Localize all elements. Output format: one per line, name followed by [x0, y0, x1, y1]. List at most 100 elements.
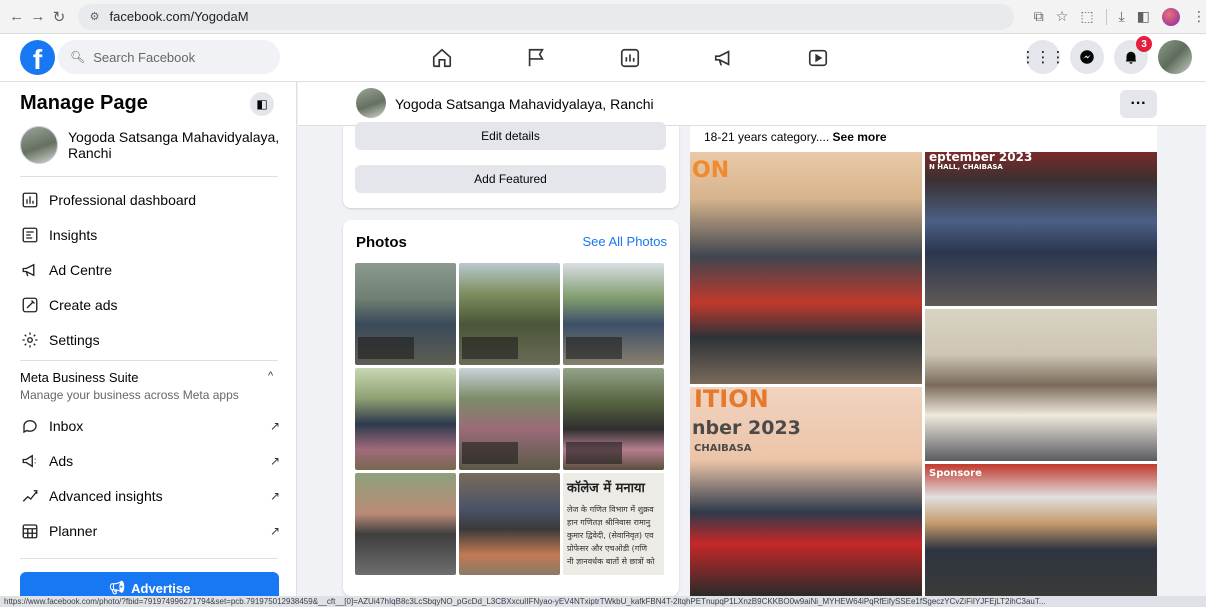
menu-grid-icon[interactable]: ⋮⋮⋮	[1021, 40, 1066, 74]
more-options-button[interactable]: ···	[1120, 90, 1157, 118]
gps-overlay	[358, 337, 414, 359]
sidebar-item-professional-dashboard[interactable]: Professional dashboard	[20, 190, 280, 210]
banner-text: ON	[692, 158, 730, 183]
toolbar-separator	[1105, 8, 1107, 25]
home-icon[interactable]	[395, 34, 489, 82]
sidebar-item-label: Ads	[49, 453, 74, 469]
page-header-avatar[interactable]	[356, 88, 386, 118]
sidebar-divider	[20, 176, 278, 177]
banner-text: nber 2023	[692, 417, 801, 439]
see-more-link[interactable]: See more	[833, 130, 887, 144]
post-caption: 18-21 years category....	[704, 130, 830, 144]
browser-toolbar: ← → ↻ ⚙ facebook.com/YogodaM ⧉ ☆ ⬚ ⤓ ◧ ⋮	[0, 0, 1206, 34]
pencil-icon	[20, 295, 40, 315]
photo-thumbnail[interactable]	[459, 368, 560, 470]
external-arrow-icon: ↗	[269, 454, 280, 468]
banner-text: ITION	[694, 387, 769, 413]
sidebar-item-label: Planner	[49, 523, 98, 539]
facebook-logo-icon[interactable]: f	[20, 40, 55, 75]
site-info-icon[interactable]: ⚙	[90, 10, 100, 23]
search-input[interactable]: 🔍︎ Search Facebook	[58, 40, 280, 74]
sidebar-item-ad-centre[interactable]: Ad Centre	[20, 260, 280, 280]
browser-menu-icon[interactable]: ⋮	[1192, 8, 1206, 25]
download-icon[interactable]: ⤓	[1119, 8, 1125, 25]
search-icon: 🔍︎	[70, 50, 86, 64]
sidebar-item-label: Advanced insights	[49, 488, 163, 504]
browser-profile-avatar[interactable]	[1161, 7, 1180, 26]
notification-badge: 3	[1136, 36, 1152, 52]
advertise-label: Advertise	[131, 580, 191, 596]
bookmark-star-icon[interactable]: ☆	[1056, 8, 1069, 25]
sidebar-title: Manage Page	[20, 92, 148, 114]
sidebar-item-label: Settings	[49, 332, 100, 348]
page-header-name[interactable]: Yogoda Satsanga Mahavidyalaya, Ranchi	[395, 96, 654, 112]
photo-thumbnail[interactable]	[459, 263, 560, 365]
sidepanel-icon[interactable]: ◧	[1137, 8, 1150, 25]
forward-icon[interactable]: →	[27, 6, 48, 28]
flag-icon[interactable]	[489, 34, 583, 82]
megaphone-small-icon: 📢︎	[108, 580, 126, 595]
sidebar-divider	[20, 360, 278, 361]
photo-thumbnail[interactable]	[563, 263, 664, 365]
dashboard-icon	[20, 190, 40, 210]
post-photo[interactable]: ITION nber 2023 CHAIBASA	[690, 387, 922, 596]
account-avatar[interactable]	[1158, 40, 1192, 74]
meta-business-suite-subtitle: Manage your business across Meta apps	[20, 388, 239, 402]
sidebar-item-insights[interactable]: Insights	[20, 225, 280, 245]
sidebar-item-planner[interactable]: Planner ↗	[20, 521, 280, 541]
newspaper-clipping-thumbnail[interactable]: कॉलेज में मनाया लेज के गणित विभाग में शु…	[563, 473, 664, 575]
intro-card: Edit details Add Featured	[343, 122, 679, 208]
external-arrow-icon: ↗	[269, 489, 280, 503]
post-photo[interactable]: Sponsore	[925, 464, 1157, 596]
insights-icon	[20, 225, 40, 245]
account-actions: ⋮⋮⋮ 3	[1021, 36, 1192, 74]
sidebar-item-advanced-insights[interactable]: Advanced insights ↗	[20, 486, 280, 506]
photo-thumbnail[interactable]	[355, 473, 456, 575]
post-card: 18-21 years category.... See more ON ept…	[690, 126, 1157, 596]
messenger-icon[interactable]	[1070, 40, 1104, 74]
see-all-photos-link[interactable]: See All Photos	[582, 234, 667, 249]
sidebar-item-label: Create ads	[49, 297, 118, 313]
reload-icon[interactable]: ↻	[48, 6, 69, 28]
post-photo-collage: ON eptember 2023 N HALL, CHAIBASA ITION …	[690, 152, 1157, 596]
external-arrow-icon: ↗	[269, 419, 280, 433]
sidebar-item-settings[interactable]: Settings	[20, 330, 280, 350]
photo-thumbnail[interactable]	[563, 368, 664, 470]
post-photo[interactable]: ON	[690, 152, 922, 384]
video-icon[interactable]	[771, 34, 865, 82]
sidebar-item-label: Insights	[49, 227, 98, 243]
sidebar-item-create-ads[interactable]: Create ads	[20, 295, 280, 315]
megaphone-nav-icon[interactable]	[677, 34, 771, 82]
gps-overlay	[462, 442, 518, 464]
photo-thumbnail[interactable]	[459, 473, 560, 575]
sidebar-item-label: Professional dashboard	[49, 192, 197, 208]
back-icon[interactable]: ←	[6, 6, 27, 28]
meta-business-suite-title[interactable]: Meta Business Suite	[20, 370, 139, 385]
gps-overlay	[566, 337, 622, 359]
add-featured-button[interactable]: Add Featured	[355, 165, 666, 193]
photo-grid: कॉलेज में मनाया लेज के गणित विभाग में शु…	[355, 263, 666, 575]
photos-title: Photos	[356, 234, 407, 251]
edit-details-button[interactable]: Edit details	[355, 122, 666, 150]
sidebar-item-inbox[interactable]: Inbox ↗	[20, 416, 280, 436]
photo-thumbnail[interactable]	[355, 263, 456, 365]
sidebar-item-ads[interactable]: Ads ↗	[20, 451, 280, 471]
chevron-up-icon[interactable]: ^	[268, 370, 273, 382]
extensions-icon[interactable]: ⬚	[1080, 8, 1093, 25]
external-arrow-icon: ↗	[269, 524, 280, 538]
address-bar[interactable]: ⚙ facebook.com/YogodaM	[77, 3, 1014, 30]
ads-icon	[20, 451, 40, 471]
sidebar-item-label: Ad Centre	[49, 262, 113, 278]
photo-thumbnail[interactable]	[355, 368, 456, 470]
post-photo[interactable]	[925, 309, 1157, 461]
browser-actions: ⧉ ☆ ⬚ ⤓ ◧ ⋮	[1034, 7, 1206, 26]
translate-icon[interactable]: ⧉	[1034, 8, 1044, 25]
newspaper-headline: कॉलेज में मनाया	[567, 481, 645, 496]
page-header-bar: Yogoda Satsanga Mahavidyalaya, Ranchi ··…	[298, 82, 1206, 126]
url-text: facebook.com/YogodaM	[109, 9, 249, 24]
notifications-bell-icon[interactable]: 3	[1114, 36, 1152, 74]
dashboard-nav-icon[interactable]	[583, 34, 677, 82]
page-identity[interactable]: Yogoda Satsanga Mahavidyalaya, Ranchi	[20, 126, 283, 164]
post-photo[interactable]: eptember 2023 N HALL, CHAIBASA	[925, 152, 1157, 306]
collapse-sidebar-icon[interactable]: ◧	[250, 92, 274, 116]
